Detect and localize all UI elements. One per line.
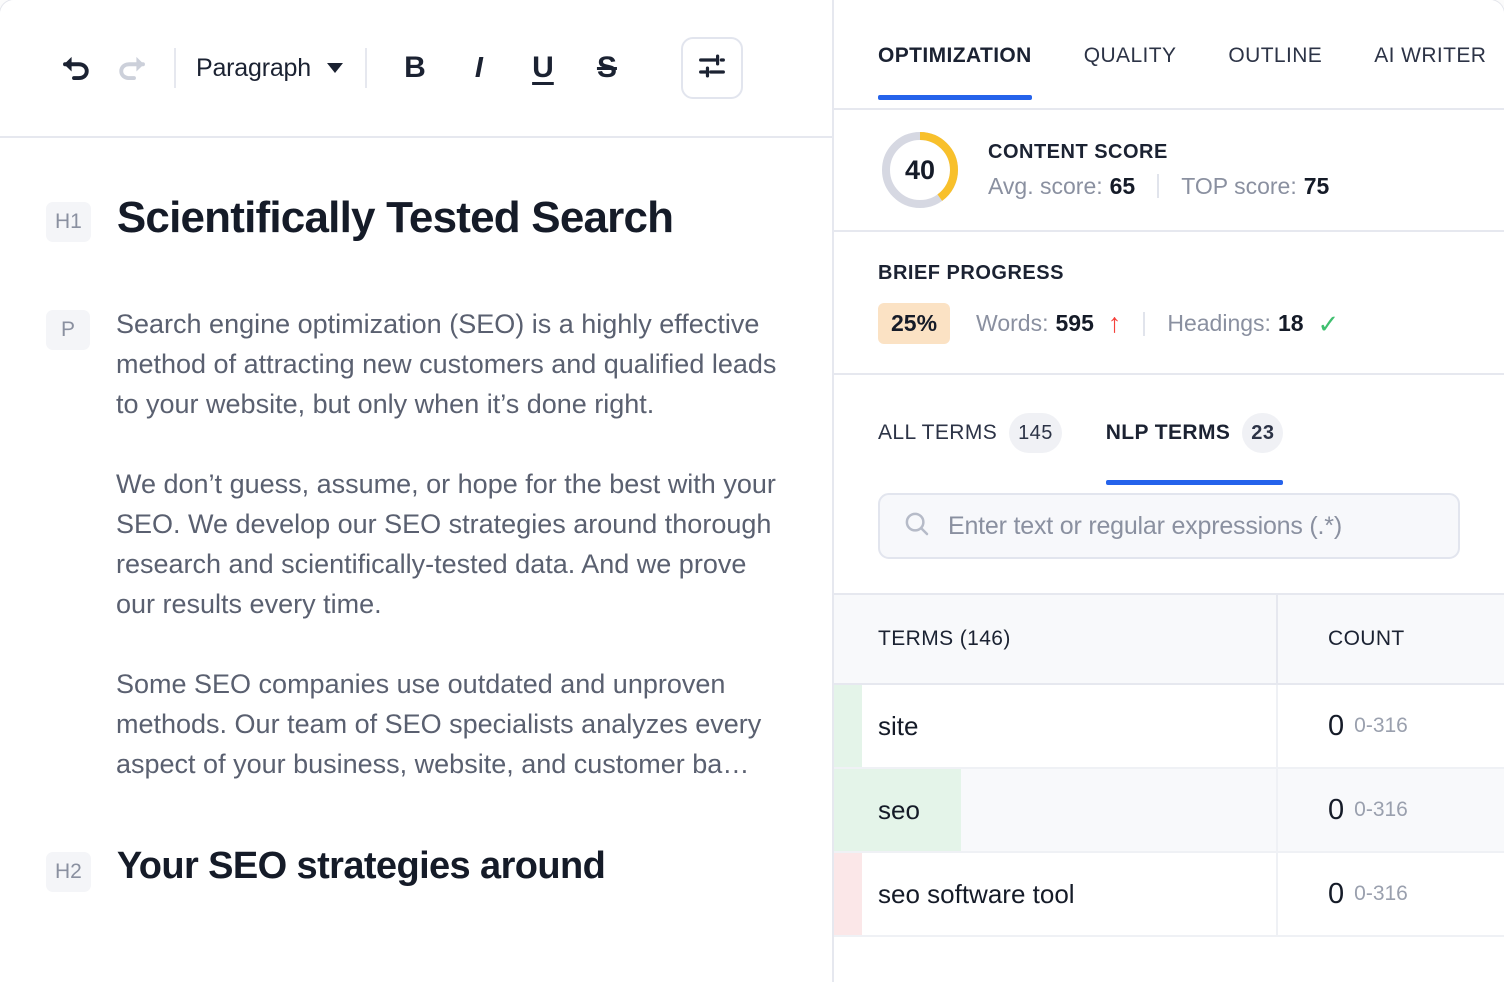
search-placeholder: Enter text or regular expressions (.*) [948, 511, 1342, 540]
chevron-down-icon [326, 63, 343, 73]
headings-label: Headings: [1167, 310, 1271, 336]
terms-subtabs: ALL TERMS 145 NLP TERMS 23 [834, 375, 1504, 485]
content-score-section: 40 CONTENT SCORE Avg. score: 65 TOP scor… [834, 110, 1504, 232]
content-score-ring: 40 [878, 128, 962, 212]
italic-button[interactable]: I [447, 40, 511, 96]
top-score-label: TOP score: [1181, 172, 1297, 199]
block-paragraph[interactable]: P Search engine optimization (SEO) is a … [46, 304, 782, 784]
words-value: 595 [1055, 310, 1094, 336]
column-header-count: COUNT [1276, 595, 1504, 683]
count-range: 0-316 [1354, 882, 1408, 905]
count-cell: 0 0-316 [1276, 769, 1504, 851]
content-score-info: CONTENT SCORE Avg. score: 65 TOP score: … [988, 141, 1329, 200]
strikethrough-button[interactable]: S [575, 40, 639, 96]
search-input[interactable]: Enter text or regular expressions (.*) [878, 493, 1460, 559]
headings-stat: Headings: 18 ✓ [1167, 310, 1339, 337]
term-cell: seo [834, 769, 1276, 851]
paragraph-text: Search engine optimization (SEO) is a hi… [116, 309, 777, 419]
paragraph-group: Search engine optimization (SEO) is a hi… [116, 304, 782, 784]
app-window: Paragraph B I U S H1 Scientifically Test… [0, 0, 1504, 982]
headings-value: 18 [1277, 310, 1304, 336]
subtab-nlp-terms-count: 23 [1242, 413, 1284, 453]
paragraph-style-select[interactable]: Paragraph [192, 54, 349, 83]
brief-progress-title: BRIEF PROGRESS [878, 262, 1064, 284]
tab-ai-writer[interactable]: AI WRITER [1374, 44, 1486, 98]
count-value: 0 [1328, 877, 1345, 910]
arrow-up-icon: ↑ [1107, 308, 1122, 338]
term-label: site [878, 710, 919, 741]
count-value: 0 [1328, 793, 1345, 826]
paragraph-text: Some SEO companies use outdated and unpr… [116, 669, 762, 779]
score-divider [1157, 174, 1160, 198]
bold-button[interactable]: B [383, 40, 447, 96]
block-tag-h2: H2 [46, 852, 91, 892]
count-range: 0-316 [1354, 798, 1408, 821]
count-cell: 0 0-316 [1276, 685, 1504, 767]
tab-optimization[interactable]: OPTIMIZATION [878, 44, 1032, 100]
term-cell: seo software tool [834, 853, 1276, 935]
terms-table-header: TERMS (146) COUNT [834, 593, 1504, 685]
terms-table: TERMS (146) COUNT site 0 0-316 seo 0 0-3… [834, 593, 1504, 982]
toolbar-divider-2 [364, 48, 367, 88]
redo-icon[interactable] [104, 41, 158, 95]
document-body[interactable]: H1 Scientifically Tested Search P Search… [0, 138, 832, 982]
column-header-terms: TERMS (146) [878, 627, 1011, 650]
optimization-panel: OPTIMIZATION QUALITY OUTLINE AI WRITER 4… [834, 0, 1504, 982]
check-icon: ✓ [1317, 308, 1340, 339]
term-label: seo [878, 794, 920, 825]
paragraph-style-label: Paragraph [196, 53, 311, 82]
term-cell: site [834, 685, 1276, 767]
words-stat: Words: 595 ↑ [976, 310, 1121, 337]
paragraph-text: We don’t guess, assume, or hope for the … [116, 469, 776, 619]
avg-score-label: Avg. score: [988, 172, 1103, 199]
toolbar-divider-1 [174, 48, 176, 88]
words-label: Words: [976, 310, 1049, 336]
subtab-all-terms-label: ALL TERMS [878, 421, 998, 444]
content-score-value: 40 [904, 154, 936, 185]
brief-progress-badge: 25% [878, 303, 951, 344]
subtab-all-terms[interactable]: ALL TERMS 145 [878, 413, 1062, 483]
subtab-all-terms-count: 145 [1009, 413, 1062, 453]
subtab-nlp-terms-label: NLP TERMS [1105, 421, 1231, 444]
search-icon [902, 509, 932, 544]
document-editor-panel: Paragraph B I U S H1 Scientifically Test… [0, 0, 834, 982]
subtab-nlp-terms[interactable]: NLP TERMS 23 [1105, 413, 1284, 485]
table-row[interactable]: seo software tool 0 0-316 [834, 853, 1504, 937]
content-score-stats: Avg. score: 65 TOP score: 75 [988, 173, 1329, 200]
panel-tabs: OPTIMIZATION QUALITY OUTLINE AI WRITER [834, 0, 1504, 110]
heading1-text: Scientifically Tested Search [116, 193, 674, 242]
avg-score-value: 65 [1109, 172, 1136, 199]
block-tag-p: P [46, 310, 90, 350]
table-row[interactable]: site 0 0-316 [834, 685, 1504, 769]
block-heading1[interactable]: H1 Scientifically Tested Search [46, 194, 782, 242]
count-cell: 0 0-316 [1276, 853, 1504, 935]
brief-progress-row: 25% Words: 595 ↑ Headings: 18 ✓ [878, 303, 1504, 344]
term-label: seo software tool [878, 878, 1075, 909]
block-tag-h1: H1 [46, 202, 91, 242]
brief-divider [1143, 311, 1146, 336]
content-score-title: CONTENT SCORE [988, 140, 1168, 163]
block-heading2[interactable]: H2 Your SEO strategies around [46, 845, 782, 892]
brief-progress-section: BRIEF PROGRESS 25% Words: 595 ↑ Headings… [834, 232, 1504, 375]
sliders-icon [696, 50, 728, 87]
tab-quality[interactable]: QUALITY [1084, 44, 1177, 98]
undo-icon[interactable] [50, 41, 104, 95]
heading2-text: Your SEO strategies around [116, 845, 606, 887]
count-value: 0 [1328, 709, 1345, 742]
editor-settings-button[interactable] [680, 37, 743, 99]
count-range: 0-316 [1354, 714, 1408, 737]
underline-button[interactable]: U [511, 40, 575, 96]
table-row[interactable]: seo 0 0-316 [834, 769, 1504, 853]
tab-outline[interactable]: OUTLINE [1228, 44, 1322, 98]
terms-search-wrapper: Enter text or regular expressions (.*) [834, 485, 1504, 593]
editor-toolbar: Paragraph B I U S [0, 0, 832, 138]
top-score-value: 75 [1303, 172, 1330, 199]
